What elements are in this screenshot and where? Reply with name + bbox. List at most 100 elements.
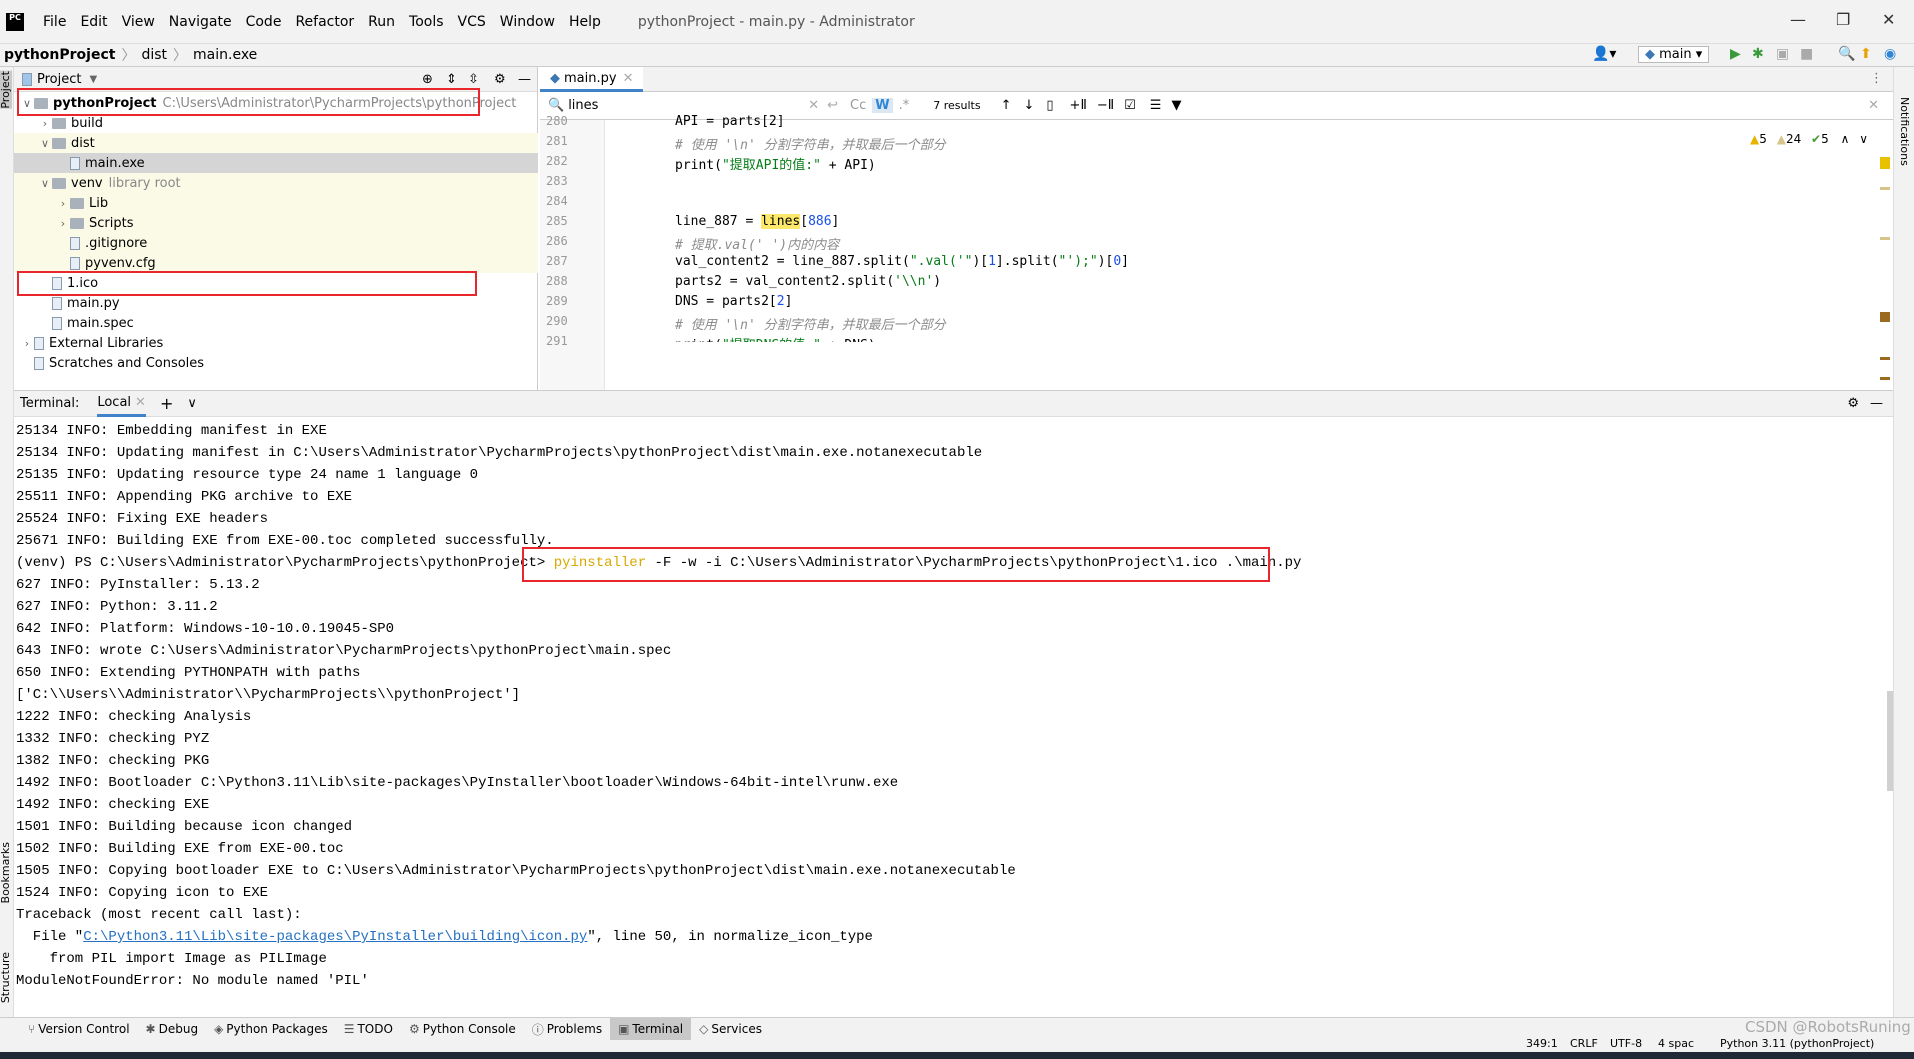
tool-window-terminal[interactable]: ▣ Terminal [610, 1017, 692, 1041]
menu-vcs[interactable]: VCS [451, 14, 493, 30]
menu-tools[interactable]: Tools [402, 14, 451, 30]
chevron-down-icon[interactable]: ∨ [187, 396, 197, 411]
gear-icon[interactable]: ⚙ [1847, 396, 1859, 411]
locate-icon[interactable]: ⊕ [422, 72, 433, 87]
close-tab-icon[interactable]: ✕ [135, 395, 146, 410]
tree-item[interactable]: › build [14, 113, 538, 133]
bookmarks-tool-button[interactable]: Bookmarks [0, 842, 12, 903]
tool-window-debug[interactable]: ✱ Debug [138, 1018, 207, 1041]
debug-icon[interactable]: ✱ [1752, 46, 1764, 62]
gear-icon[interactable]: ⚙ [494, 72, 506, 87]
new-tab-icon[interactable]: + [160, 394, 173, 413]
collapse-all-icon[interactable]: ⇳ [468, 72, 479, 87]
filter-icon[interactable]: ▼ [1171, 98, 1181, 113]
menu-help[interactable]: Help [562, 14, 608, 30]
menu-navigate[interactable]: Navigate [162, 14, 239, 30]
menu-edit[interactable]: Edit [73, 14, 114, 30]
code-line[interactable]: DNS = parts2[2] [675, 294, 792, 309]
tree-item[interactable]: main.spec [14, 313, 538, 333]
run-config-select[interactable]: ◆ main ▾ [1638, 46, 1710, 63]
tab-main-py[interactable]: ◆ main.py ✕ [540, 67, 644, 92]
tool-window-python-console[interactable]: ⚙ Python Console [401, 1018, 524, 1041]
interpreter[interactable]: Python 3.11 (pythonProject) [1720, 1037, 1874, 1050]
expand-all-icon[interactable]: ⇕ [446, 72, 457, 87]
search-input[interactable]: lines [568, 98, 808, 113]
prev-highlight-icon[interactable]: ∧ [1841, 132, 1850, 146]
newline-icon[interactable]: ↩ [827, 98, 838, 113]
jetbrains-icon[interactable]: ◉ [1884, 46, 1896, 62]
close-find-icon[interactable]: ✕ [1868, 98, 1879, 113]
more-icon[interactable]: ⋮ [1870, 71, 1883, 86]
menu-run[interactable]: Run [361, 14, 402, 30]
words-toggle[interactable]: W [872, 98, 893, 113]
line-separator[interactable]: CRLF [1570, 1037, 1598, 1050]
tool-window-problems[interactable]: ⓘ Problems [524, 1018, 610, 1041]
next-occurrence-icon[interactable]: ↓ [1023, 98, 1034, 113]
tree-item[interactable]: .gitignore [14, 233, 538, 253]
project-tool-button[interactable]: Project [0, 71, 12, 109]
tree-item[interactable]: ∨ dist [14, 133, 538, 153]
breadcrumb-project[interactable]: pythonProject [4, 47, 115, 63]
regex-toggle[interactable]: .* [899, 98, 910, 113]
user-icon[interactable]: 👤▾ [1592, 46, 1616, 62]
tool-window-python-packages[interactable]: ◈ Python Packages [206, 1018, 336, 1041]
structure-tool-button[interactable]: Structure [0, 952, 12, 1003]
maximize-icon[interactable]: ❐ [1836, 10, 1850, 29]
chevron-right-icon[interactable]: › [20, 337, 34, 350]
menu-refactor[interactable]: Refactor [288, 14, 361, 30]
code-line[interactable]: print("提取API的值:" + API) [675, 154, 876, 173]
tree-item[interactable]: Scratches and Consoles [14, 353, 538, 373]
chevron-right-icon[interactable]: › [56, 217, 70, 230]
add-occurrence-icon[interactable]: +Ⅱ [1070, 98, 1087, 113]
breadcrumb-file[interactable]: main.exe [193, 47, 257, 63]
clear-icon[interactable]: ✕ [808, 98, 819, 113]
remove-occurrence-icon[interactable]: −Ⅱ [1097, 98, 1114, 113]
chevron-right-icon[interactable]: › [38, 117, 52, 130]
breadcrumb-dist[interactable]: dist [141, 47, 167, 63]
tree-item[interactable]: pyvenv.cfg [14, 253, 538, 273]
search-everywhere-icon[interactable]: 🔍 [1838, 46, 1855, 62]
match-case-toggle[interactable]: Cc [850, 98, 866, 113]
tree-item[interactable]: main.py [14, 293, 538, 313]
tool-window-services[interactable]: ◇ Services [691, 1018, 770, 1041]
tool-window-version-control[interactable]: ⑂ Version Control [20, 1018, 138, 1041]
minimize-icon[interactable]: — [1790, 10, 1806, 29]
hide-icon[interactable]: — [1870, 396, 1883, 411]
code-line[interactable]: # 使用 '\n' 分割字符串，并取最后一个部分 [675, 314, 946, 333]
code-line[interactable]: parts2 = val_content2.split('\\n') [675, 274, 941, 289]
tree-item[interactable]: › External Libraries [14, 333, 538, 353]
menu-window[interactable]: Window [493, 14, 562, 30]
tool-window-todo[interactable]: ☰ TODO [336, 1018, 401, 1041]
caret-position[interactable]: 349:1 [1526, 1037, 1558, 1050]
run-icon[interactable]: ▶ [1730, 46, 1741, 62]
code-line[interactable]: # 使用 '\n' 分割字符串，并取最后一个部分 [675, 134, 946, 153]
select-all-icon[interactable]: ▯ [1046, 98, 1053, 113]
close-icon[interactable]: ✕ [1882, 10, 1895, 29]
menu-code[interactable]: Code [239, 14, 289, 30]
previous-occurrence-icon[interactable]: ↑ [1001, 98, 1012, 113]
menu-file[interactable]: File [36, 14, 73, 30]
inspection-widget[interactable]: ▲5 ▲24 ✔5 ∧ ∨ [1750, 132, 1868, 146]
file-encoding[interactable]: UTF-8 [1610, 1037, 1642, 1050]
stop-icon[interactable]: ■ [1800, 46, 1813, 62]
hide-icon[interactable]: — [518, 72, 531, 87]
chevron-down-icon[interactable]: ∨ [38, 137, 52, 150]
tree-item[interactable]: ∨ venv library root [14, 173, 538, 193]
code-line[interactable]: print("提取DNS的值:" + DNS) [675, 334, 876, 342]
tab-local[interactable]: Local ✕ [97, 391, 146, 417]
code-line[interactable]: line_887 = lines[886] [675, 214, 839, 229]
chevron-right-icon[interactable]: › [56, 197, 70, 210]
tree-item[interactable]: › Scripts [14, 213, 538, 233]
menu-view[interactable]: View [115, 14, 162, 30]
traceback-link[interactable]: C:\Python3.11\Lib\site-packages\PyInstal… [83, 929, 587, 945]
tree-item[interactable]: › Lib [14, 193, 538, 213]
coverage-icon[interactable]: ▣ [1776, 46, 1789, 62]
terminal-scrollbar[interactable] [1887, 691, 1893, 791]
code-line[interactable]: val_content2 = line_887.split(".val('")[… [675, 254, 1129, 269]
chevron-down-icon[interactable]: ▼ [89, 74, 97, 85]
indent-setting[interactable]: 4 spac [1658, 1037, 1694, 1050]
code-line[interactable]: API = parts[2] [675, 114, 785, 129]
notifications-tool-button[interactable]: Notifications [1898, 97, 1911, 166]
error-stripe[interactable] [1880, 157, 1890, 387]
open-in-window-icon[interactable]: ☰ [1150, 98, 1162, 113]
